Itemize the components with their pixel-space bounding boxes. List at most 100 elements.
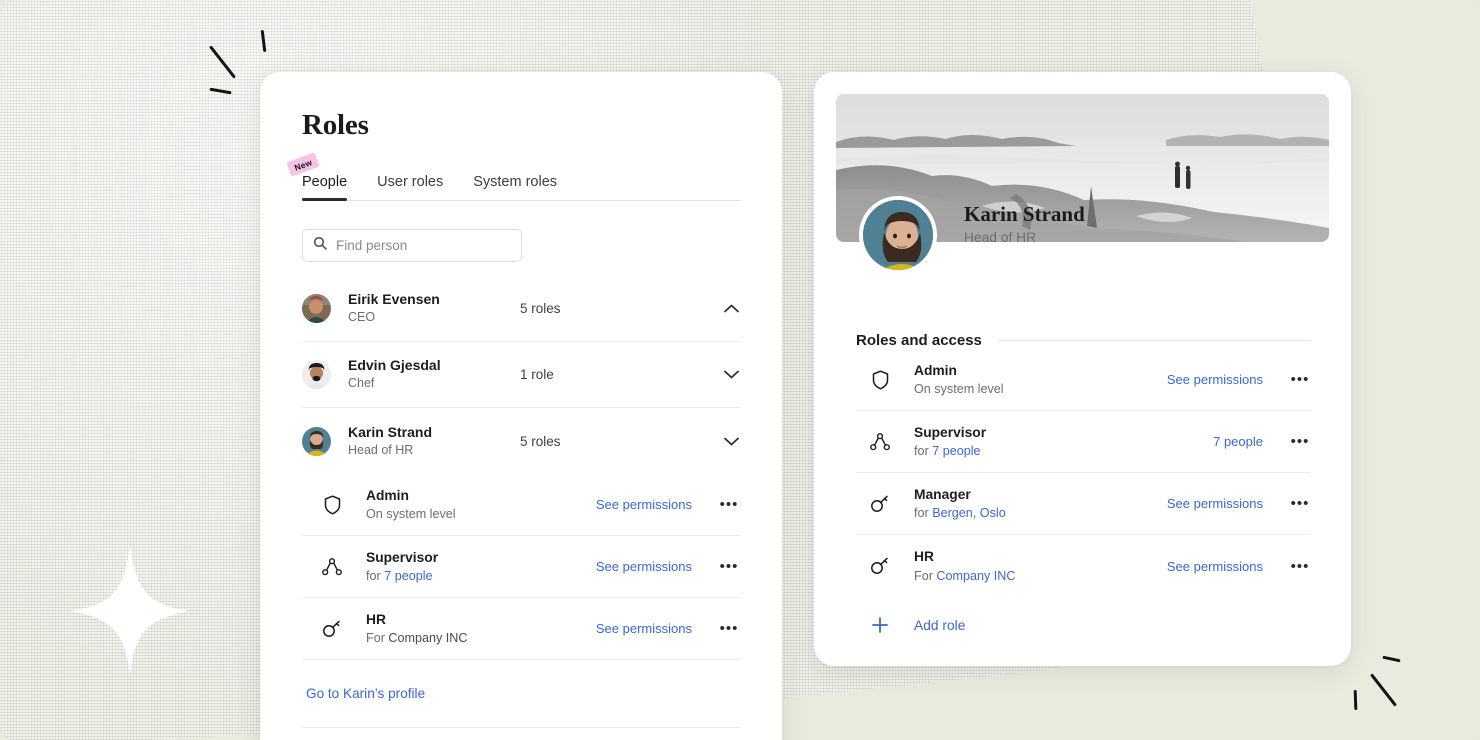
- avatar: [302, 426, 331, 456]
- section-title: Roles and access: [856, 332, 982, 349]
- person-role-count: 1 role: [520, 367, 554, 382]
- role-scope: For Company INC: [914, 568, 1016, 583]
- person-row-karin[interactable]: Karin Strand Head of HR 5 roles: [302, 408, 740, 474]
- section-divider: [997, 340, 1311, 341]
- chevron-up-icon[interactable]: [722, 300, 740, 318]
- role-meta: HR For Company INC: [366, 610, 596, 648]
- tab-user-roles-label: User roles: [377, 174, 444, 190]
- tab-bar: New People User roles System roles: [286, 152, 742, 201]
- role-scope-link[interactable]: Bergen, Oslo: [932, 506, 1006, 520]
- role-meta: Manager for Bergen, Oslo: [914, 485, 1167, 523]
- key-icon: [868, 557, 892, 575]
- avatar: [859, 196, 937, 274]
- people-count-link[interactable]: 7 people: [1213, 434, 1263, 449]
- role-scope-link[interactable]: 7 people: [932, 444, 980, 458]
- person-row-oyvind[interactable]: Øyvind Jacobsen 2 roles: [302, 728, 740, 740]
- tab-people-label: People: [302, 174, 348, 190]
- add-role-button[interactable]: Add role: [856, 597, 1311, 653]
- tab-system-roles-label: System roles: [473, 174, 558, 190]
- tab-system-roles[interactable]: System roles: [473, 174, 557, 200]
- add-role-label: Add role: [914, 617, 966, 633]
- role-row-supervisor[interactable]: Supervisor for 7 people 7 people •••: [856, 411, 1311, 473]
- role-scope: for 7 people: [366, 569, 433, 584]
- key-icon: [868, 495, 892, 513]
- role-row-supervisor[interactable]: Supervisor for 7 people See permissions …: [302, 536, 740, 598]
- see-permissions-link[interactable]: See permissions: [1167, 559, 1263, 574]
- section-header: Roles and access: [856, 332, 1311, 349]
- role-scope: for 7 people: [914, 444, 981, 459]
- avatar: [302, 360, 331, 389]
- plus-icon: [868, 616, 892, 634]
- person-meta: Edvin Gjesdal Chef: [348, 356, 520, 392]
- role-row-admin[interactable]: Admin On system level See permissions ••…: [856, 349, 1311, 411]
- role-row-admin[interactable]: Admin On system level See permissions ••…: [302, 474, 740, 536]
- app-canvas: Roles New People User roles System roles: [0, 0, 1480, 740]
- supervisor-icon: [320, 557, 344, 576]
- see-permissions-link[interactable]: See permissions: [1167, 372, 1263, 387]
- role-menu-button[interactable]: •••: [1289, 434, 1311, 449]
- role-row-manager[interactable]: Manager for Bergen, Oslo See permissions…: [856, 473, 1311, 535]
- role-menu-button[interactable]: •••: [1289, 372, 1311, 387]
- role-scope-link[interactable]: 7 people: [384, 569, 432, 583]
- role-menu-button[interactable]: •••: [718, 621, 740, 636]
- tab-user-roles[interactable]: User roles: [377, 174, 443, 200]
- roles-panel: Roles New People User roles System roles: [260, 72, 782, 740]
- person-meta: Karin Strand Head of HR: [348, 423, 520, 459]
- person-name: Karin Strand: [348, 423, 433, 440]
- person-meta: Eirik Evensen CEO: [348, 290, 520, 326]
- profile-header: Karin Strand Head of HR: [814, 196, 1351, 314]
- person-role-count: 5 roles: [520, 301, 561, 316]
- tab-people[interactable]: New People: [286, 152, 348, 201]
- role-scope: for Bergen, Oslo: [914, 506, 1006, 521]
- go-to-profile-link[interactable]: Go to Karin’s profile: [306, 686, 425, 701]
- see-permissions-link[interactable]: See permissions: [596, 621, 692, 636]
- role-row-hr[interactable]: HR For Company INC See permissions •••: [856, 535, 1311, 597]
- profile-title: Head of HR: [964, 230, 1037, 245]
- role-name: Admin: [366, 487, 409, 503]
- person-name: Edvin Gjesdal: [348, 357, 441, 374]
- person-detail-panel: Karin Strand Head of HR Roles and access…: [814, 72, 1351, 666]
- roles-and-access-list: Admin On system level See permissions ••…: [814, 349, 1351, 653]
- shield-icon: [320, 494, 344, 515]
- person-name: Eirik Evensen: [348, 291, 440, 308]
- role-meta: HR For Company INC: [914, 547, 1167, 585]
- role-name: Admin: [914, 362, 957, 378]
- search-icon: [313, 236, 327, 255]
- chevron-down-icon[interactable]: [722, 432, 740, 450]
- supervisor-icon: [868, 432, 892, 451]
- expanded-role-list: Admin On system level See permissions ••…: [260, 474, 782, 660]
- key-icon: [320, 620, 344, 638]
- role-meta: Supervisor for 7 people: [366, 548, 596, 586]
- person-list: Eirik Evensen CEO 5 roles Edvin Gjesdal …: [260, 276, 782, 474]
- chevron-down-icon[interactable]: [722, 366, 740, 384]
- role-name: Supervisor: [914, 424, 987, 440]
- role-meta: Admin On system level: [366, 486, 596, 524]
- decor-stroke-6: [1353, 689, 1358, 711]
- see-permissions-link[interactable]: See permissions: [596, 497, 692, 512]
- role-scope-org: Company INC: [388, 631, 468, 646]
- role-menu-button[interactable]: •••: [718, 559, 740, 574]
- page-title: Roles: [302, 109, 369, 141]
- search-box[interactable]: [302, 229, 522, 262]
- role-scope: On system level: [914, 382, 1004, 397]
- role-name: HR: [366, 611, 386, 627]
- role-scope: For Company INC: [366, 631, 468, 646]
- role-name: Supervisor: [366, 549, 439, 565]
- avatar: [302, 294, 331, 323]
- person-title: Head of HR: [348, 442, 414, 457]
- role-meta: Admin On system level: [914, 361, 1167, 399]
- profile-name: Karin Strand: [964, 202, 1085, 226]
- role-menu-button[interactable]: •••: [1289, 496, 1311, 511]
- person-row-edvin[interactable]: Edvin Gjesdal Chef 1 role: [302, 342, 740, 408]
- person-row-eirik[interactable]: Eirik Evensen CEO 5 roles: [302, 276, 740, 342]
- see-permissions-link[interactable]: See permissions: [1167, 496, 1263, 511]
- person-role-count: 5 roles: [520, 433, 561, 449]
- role-menu-button[interactable]: •••: [1289, 559, 1311, 574]
- role-scope-link[interactable]: Company INC: [936, 569, 1015, 583]
- role-row-hr[interactable]: HR For Company INC See permissions •••: [302, 598, 740, 660]
- person-list-continued: Øyvind Jacobsen 2 roles: [260, 728, 782, 740]
- see-permissions-link[interactable]: See permissions: [596, 559, 692, 574]
- role-menu-button[interactable]: •••: [718, 497, 740, 512]
- shield-icon: [868, 369, 892, 390]
- search-input[interactable]: [336, 238, 511, 253]
